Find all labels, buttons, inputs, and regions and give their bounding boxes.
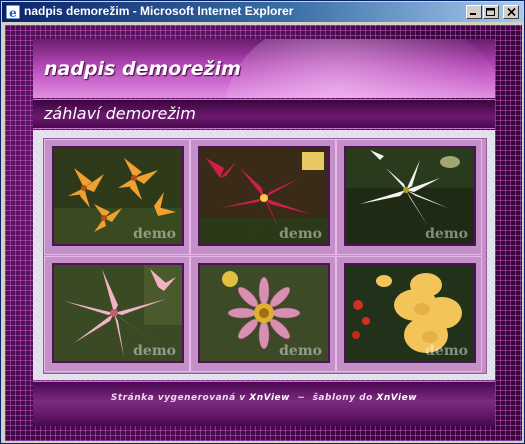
demo-watermark: demo	[425, 226, 468, 242]
gallery-cell: demo	[336, 139, 482, 255]
footer-separator: ~	[297, 393, 306, 403]
footer-text: Stránka vygenerovaná v XnView ~ šablony …	[33, 393, 495, 403]
window-title: nadpis demorežim - Microsoft Internet Ex…	[24, 4, 294, 18]
thumbnail-grid: demo demo demo demo demo demo	[43, 138, 487, 374]
photo-gallery: demo demo demo demo demo demo	[33, 130, 495, 380]
gallery-cell: demo	[190, 139, 336, 255]
subheader-banner: záhlaví demorežim	[33, 99, 495, 129]
minimize-icon	[470, 13, 476, 15]
xnview-templates-link[interactable]: XnView	[376, 393, 417, 403]
footer-middle: šablony do	[312, 393, 373, 403]
gazania-flower-photo[interactable]: demo	[198, 263, 330, 363]
minimize-button[interactable]	[466, 5, 482, 19]
maximize-button[interactable]	[483, 5, 499, 19]
close-icon	[506, 8, 516, 16]
pink-lily-photo[interactable]: demo	[52, 263, 184, 363]
demo-watermark: demo	[133, 226, 176, 242]
demo-watermark: demo	[279, 226, 322, 242]
yellow-gladiolus-photo[interactable]: demo	[344, 263, 476, 363]
header-banner: nadpis demorežim	[33, 39, 495, 98]
page-subtitle: záhlaví demorežim	[44, 104, 196, 123]
demo-watermark: demo	[133, 343, 176, 359]
demo-watermark: demo	[279, 343, 322, 359]
page-content: nadpis demorežim záhlaví demorežim demo …	[5, 25, 522, 441]
maximize-icon	[486, 7, 495, 16]
page-footer: Stránka vygenerovaná v XnView ~ šablony …	[33, 381, 495, 426]
close-button[interactable]	[503, 5, 519, 19]
xnview-link[interactable]: XnView	[249, 393, 290, 403]
title-bar[interactable]: e nadpis demorežim - Microsoft Internet …	[2, 2, 523, 22]
svg-text:e: e	[9, 6, 17, 20]
orange-lilies-photo[interactable]: demo	[52, 146, 184, 246]
red-lily-photo[interactable]: demo	[198, 146, 330, 246]
page-title: nadpis demorežim	[44, 58, 241, 80]
white-lily-photo[interactable]: demo	[344, 146, 476, 246]
globe-decoration	[225, 39, 495, 98]
page-container: nadpis demorežim záhlaví demorežim demo …	[33, 39, 495, 433]
browser-window: e nadpis demorežim - Microsoft Internet …	[0, 0, 525, 444]
footer-prefix: Stránka vygenerovaná v	[110, 393, 246, 403]
gallery-cell: demo	[190, 256, 336, 372]
gallery-cell: demo	[44, 256, 190, 372]
demo-watermark: demo	[425, 343, 468, 359]
ie-icon[interactable]: e	[5, 4, 21, 20]
gallery-cell: demo	[336, 256, 482, 372]
gallery-cell: demo	[44, 139, 190, 255]
